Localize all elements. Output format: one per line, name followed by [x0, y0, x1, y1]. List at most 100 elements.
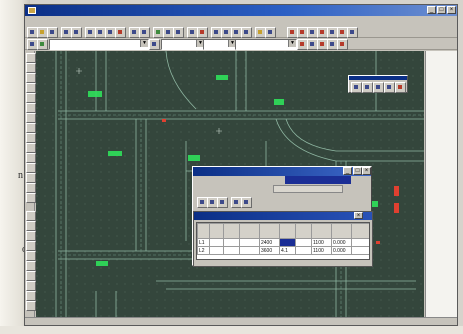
construction-line-icon[interactable] — [26, 63, 36, 73]
match-properties-icon[interactable] — [115, 27, 126, 38]
help-icon[interactable] — [265, 27, 276, 38]
list-item[interactable] — [428, 121, 457, 127]
list-item[interactable] — [428, 233, 457, 239]
make-block-icon[interactable] — [26, 153, 36, 163]
print-preview-icon[interactable] — [71, 27, 82, 38]
rectangle-tool-icon[interactable] — [26, 93, 36, 103]
table-cell[interactable]: L2 — [197, 246, 210, 255]
dialog-close-button[interactable]: × — [362, 167, 371, 175]
layer-combo[interactable]: ▼ — [49, 39, 149, 50]
maximize-button[interactable]: □ — [437, 6, 446, 14]
arc-tool-icon[interactable] — [26, 103, 36, 113]
zoom-previous-icon[interactable] — [241, 27, 252, 38]
table-cell[interactable] — [239, 246, 260, 255]
column-header[interactable] — [351, 223, 369, 239]
list-item[interactable] — [428, 65, 457, 71]
dialog-maximize-button[interactable]: □ — [353, 167, 362, 175]
list-item[interactable] — [428, 73, 457, 79]
array-tool-icon[interactable] — [26, 251, 36, 261]
linetype-swatch-combo[interactable]: ▼ — [203, 39, 237, 50]
list-item[interactable] — [428, 89, 457, 95]
snap-midpoint-icon[interactable] — [362, 82, 373, 93]
table-cell[interactable]: 1100 — [311, 246, 332, 255]
snap-center-icon[interactable] — [373, 82, 384, 93]
layer-state-icon[interactable] — [37, 39, 48, 50]
table-cell[interactable] — [223, 246, 240, 255]
list-item[interactable] — [428, 185, 457, 191]
list-item[interactable] — [428, 273, 457, 279]
minimize-button[interactable]: _ — [427, 6, 436, 14]
make-current-icon[interactable] — [149, 39, 160, 50]
table-cell[interactable] — [223, 238, 240, 247]
table-row[interactable]: L1 2400 1100 0.000 — [197, 238, 369, 247]
table-cell[interactable] — [295, 246, 312, 255]
list-item[interactable] — [428, 193, 457, 199]
table-cell[interactable] — [351, 238, 369, 247]
copy-tool-icon[interactable] — [26, 221, 36, 231]
column-header[interactable] — [295, 223, 312, 239]
column-header[interactable] — [259, 223, 280, 239]
erase-tool-icon[interactable] — [26, 211, 36, 221]
table-cell[interactable]: L1 — [197, 238, 210, 247]
column-header[interactable] — [197, 223, 210, 239]
custom-tool-icon[interactable] — [337, 39, 348, 50]
line-tool-icon[interactable] — [26, 53, 36, 63]
column-header[interactable] — [239, 223, 260, 239]
table-close-button[interactable]: × — [354, 212, 363, 219]
table-cell[interactable] — [279, 238, 296, 247]
chevron-down-icon[interactable]: ▼ — [140, 40, 148, 47]
table-cell[interactable]: 0.000 — [331, 246, 352, 255]
rotate-tool-icon[interactable] — [26, 271, 36, 281]
snap-none-icon[interactable] — [395, 82, 406, 93]
list-item[interactable] — [428, 129, 457, 135]
column-header[interactable] — [331, 223, 352, 239]
column-header[interactable] — [209, 223, 224, 239]
close-button[interactable]: × — [447, 6, 456, 14]
submenu-item[interactable] — [273, 185, 343, 193]
extend-tool-icon[interactable] — [26, 301, 36, 311]
list-item[interactable] — [428, 201, 457, 207]
table-cell[interactable] — [295, 238, 312, 247]
offset-tool-icon[interactable] — [26, 241, 36, 251]
column-header[interactable] — [223, 223, 240, 239]
list-item[interactable] — [428, 145, 457, 151]
list-item[interactable] — [428, 105, 457, 111]
list-item[interactable] — [428, 169, 457, 175]
list-item[interactable] — [428, 217, 457, 223]
color-combo[interactable]: ▼ — [161, 39, 205, 50]
delete-record-icon[interactable] — [241, 197, 252, 208]
table-window-title-bar[interactable]: × — [194, 212, 372, 220]
dialog-minimize-button[interactable]: _ — [343, 167, 352, 175]
table-cell[interactable] — [209, 238, 224, 247]
text-tool-icon[interactable] — [26, 193, 36, 203]
table-cell[interactable] — [209, 246, 224, 255]
save-record-icon[interactable] — [217, 197, 228, 208]
table-cell[interactable]: 4.1 — [279, 246, 296, 255]
column-header[interactable] — [279, 223, 296, 239]
table-cell[interactable] — [351, 246, 369, 255]
polygon-tool-icon[interactable] — [26, 83, 36, 93]
floating-toolbar-title[interactable] — [349, 76, 407, 80]
scale-tool-icon[interactable] — [26, 281, 36, 291]
snap-intersection-icon[interactable] — [384, 82, 395, 93]
app-icon[interactable] — [28, 7, 36, 14]
list-item[interactable] — [428, 97, 457, 103]
table-cell[interactable]: 3600 — [259, 246, 280, 255]
region-tool-icon[interactable] — [26, 183, 36, 193]
ellipse-tool-icon[interactable] — [26, 133, 36, 143]
floating-toolbar[interactable] — [348, 75, 408, 93]
list-item[interactable] — [428, 153, 457, 159]
title-bar[interactable]: _ □ × — [25, 5, 457, 16]
chevron-down-icon[interactable]: ▼ — [288, 40, 296, 47]
list-item[interactable] — [428, 225, 457, 231]
polyline-tool-icon[interactable] — [26, 73, 36, 83]
table-row[interactable]: L2 3600 4.1 1100 0.000 — [197, 246, 369, 255]
list-item[interactable] — [428, 81, 457, 87]
move-tool-icon[interactable] — [26, 261, 36, 271]
redo-icon[interactable] — [139, 27, 150, 38]
redraw-icon[interactable] — [197, 27, 208, 38]
column-header[interactable] — [311, 223, 332, 239]
dialog-title-bar[interactable]: _ □ × — [193, 167, 371, 176]
trim-tool-icon[interactable] — [26, 291, 36, 301]
highlighted-menu-item[interactable] — [285, 176, 351, 184]
